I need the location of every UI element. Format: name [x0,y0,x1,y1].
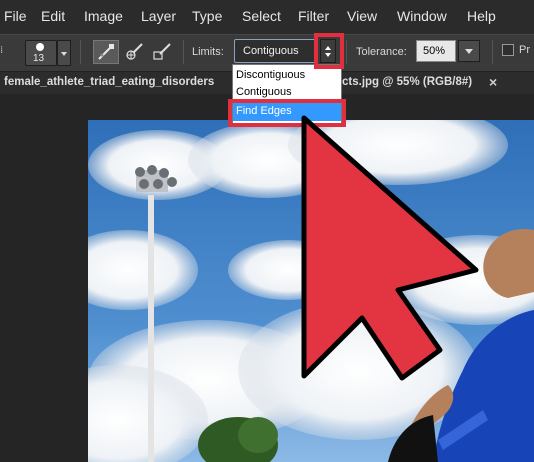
pointer-arrow-icon [301,115,479,381]
